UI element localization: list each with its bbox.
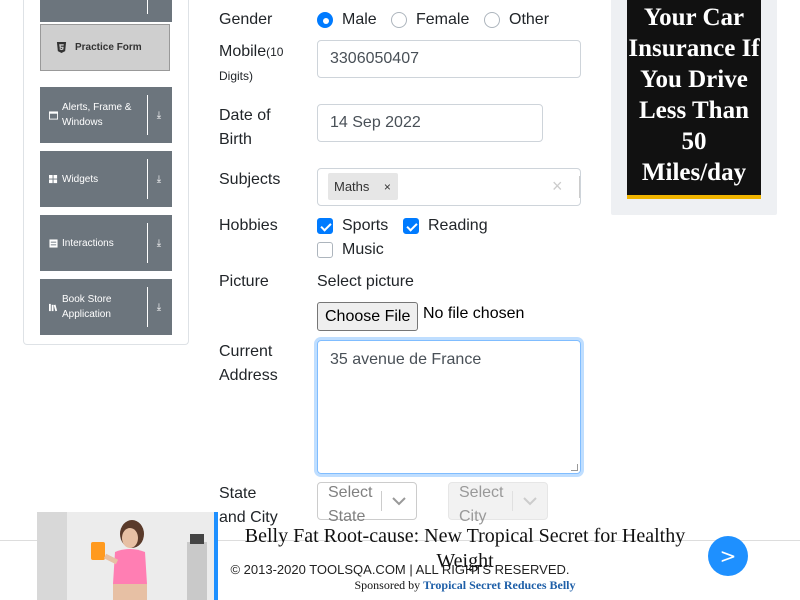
hobby-music-option[interactable]: Music — [317, 238, 384, 262]
html5-icon — [56, 42, 67, 53]
subjects-label: Subjects — [219, 171, 281, 188]
ad-sponsor-prefix: Sponsored by — [354, 578, 421, 592]
ad-image[interactable]: Your Car Insurance If You Drive Less Tha… — [627, 0, 761, 199]
download-arrow-icon[interactable]: ⤓ — [153, 87, 165, 143]
ad-sponsor-link[interactable]: Tropical Secret Reduces Belly — [423, 578, 575, 592]
subject-chip: Maths × — [328, 173, 399, 200]
hobby-reading-option[interactable]: Reading — [403, 214, 488, 238]
hobby-sports-option[interactable]: Sports — [317, 214, 388, 238]
ad-title[interactable]: Belly Fat Root-cause: New Tropical Secre… — [237, 524, 693, 574]
radio-other[interactable] — [484, 12, 500, 28]
sidebar-group-label: Alerts, Frame & Windows — [62, 102, 132, 128]
clear-icon[interactable]: × — [552, 176, 563, 197]
subject-chip-label: Maths — [334, 179, 370, 194]
bottom-ad-banner[interactable]: Belly Fat Root-cause: New Tropical Secre… — [37, 512, 800, 600]
divider — [147, 0, 148, 14]
divider — [147, 223, 148, 263]
address-textarea[interactable]: 35 avenue de France — [317, 340, 581, 474]
next-arrow-button[interactable]: > — [708, 536, 748, 576]
radio-male[interactable] — [317, 12, 333, 28]
window-icon — [48, 110, 58, 120]
choose-file-button[interactable]: Choose File — [317, 302, 419, 331]
sidebar-item-practice-form[interactable]: Practice Form — [40, 24, 170, 71]
sidebar-group-alerts[interactable]: Alerts, Frame & Windows ⤓ — [40, 87, 172, 143]
download-arrow-icon[interactable]: ⤓ — [153, 151, 165, 207]
widgets-icon — [48, 174, 58, 184]
file-status: No file chosen — [423, 305, 525, 322]
page: Practice Form Alerts, Frame & Windows ⤓ … — [0, 0, 800, 600]
divider — [147, 95, 148, 135]
ad-photo[interactable] — [37, 512, 218, 600]
sidebar-group-label: Widgets — [62, 173, 99, 185]
resize-handle-icon[interactable] — [571, 464, 578, 471]
gender-other-option[interactable]: Other — [484, 8, 549, 32]
mobile-input[interactable]: 3306050407 — [317, 40, 581, 78]
hobbies-label: Hobbies — [219, 217, 278, 234]
address-text: 35 avenue de France — [330, 351, 482, 368]
hobby-music-label[interactable]: Music — [342, 241, 384, 259]
hobby-sports-label[interactable]: Sports — [342, 217, 388, 235]
gender-male-option[interactable]: Male — [317, 8, 377, 32]
checkbox-sports[interactable] — [317, 218, 333, 234]
gender-male-label[interactable]: Male — [342, 11, 377, 29]
gender-other-label[interactable]: Other — [509, 11, 549, 29]
divider — [579, 176, 580, 198]
checkbox-reading[interactable] — [403, 218, 419, 234]
gender-label: Gender — [219, 11, 273, 28]
checkbox-music[interactable] — [317, 242, 333, 258]
sidebar-group-label: Interactions — [62, 237, 114, 249]
mobile-label-text: Mobile — [219, 43, 267, 60]
select-picture-label: Select picture — [317, 273, 414, 290]
dob-input[interactable]: 14 Sep 2022 — [317, 104, 543, 142]
interactions-icon — [48, 238, 58, 248]
address-label: Current Address — [219, 343, 278, 384]
mobile-label: Mobile(10 Digits) — [219, 40, 299, 88]
hobby-reading-label[interactable]: Reading — [428, 217, 488, 235]
bookstore-icon — [48, 302, 58, 312]
gender-female-option[interactable]: Female — [391, 8, 469, 32]
dob-label: Date of Birth — [219, 107, 271, 148]
chip-remove-icon[interactable]: × — [376, 173, 398, 200]
divider — [147, 159, 148, 199]
picture-label: Picture — [219, 273, 269, 290]
ad-sponsor: Sponsored by Tropical Secret Reduces Bel… — [237, 578, 693, 593]
sidebar-group-widgets[interactable]: Widgets ⤓ — [40, 151, 172, 207]
ad-text: Your Car Insurance If You Drive Less Tha… — [628, 4, 760, 186]
download-arrow-icon[interactable]: ⤓ — [153, 215, 165, 271]
sidebar-group-interactions[interactable]: Interactions ⤓ — [40, 215, 172, 271]
download-arrow-icon[interactable]: ⤓ — [153, 279, 165, 335]
sidebar-item-label: Practice Form — [75, 42, 142, 53]
sidebar-group-label: Book Store Application — [62, 294, 112, 320]
sidebar-group-bookstore[interactable]: Book Store Application ⤓ — [40, 279, 172, 335]
gender-female-label[interactable]: Female — [416, 11, 469, 29]
radio-female[interactable] — [391, 12, 407, 28]
insurance-ad[interactable]: Your Car Insurance If You Drive Less Tha… — [611, 0, 777, 215]
sidebar-group-forms[interactable] — [40, 0, 172, 22]
divider — [147, 287, 148, 327]
